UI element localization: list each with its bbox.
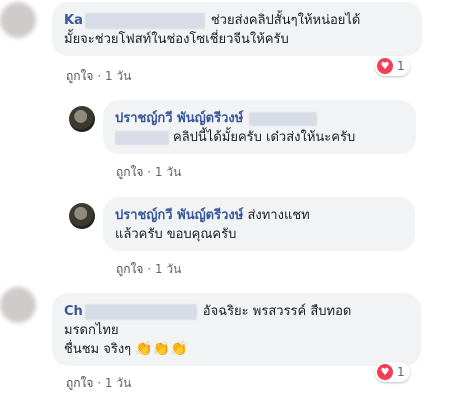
comment-text: ช่วยส่งคลิปสั้นๆให้หน่อยได้ xyxy=(210,13,361,28)
clapping-hands-icon: 👏👏👏 xyxy=(135,341,188,357)
reaction-badge[interactable]: ♥ 1 xyxy=(375,56,410,76)
reaction-count: 1 xyxy=(397,365,405,379)
comment-meta: ถูกใจ · 1 วัน xyxy=(116,163,181,182)
comment-bubble: ปราชญ์กวี พันญ์ตรีวงษ์ ส่งทางแชท แล้วครั… xyxy=(103,197,415,251)
comment-text: ส่งทางแชท xyxy=(247,208,310,223)
separator: · xyxy=(97,376,102,390)
like-link[interactable]: ถูกใจ xyxy=(66,376,93,390)
reaction-badge[interactable]: ♥ 1 xyxy=(375,362,410,382)
reaction-count: 1 xyxy=(397,59,405,73)
comment-meta: ถูกใจ · 1 วัน xyxy=(66,374,131,393)
timestamp[interactable]: 1 วัน xyxy=(105,376,131,390)
separator: · xyxy=(97,69,102,83)
like-link[interactable]: ถูกใจ xyxy=(116,165,143,179)
heart-icon: ♥ xyxy=(377,58,393,74)
avatar[interactable] xyxy=(69,203,95,229)
comment-bubble: ปราชญ์กวี พันญ์ตรีวงษ์ คลิปนี้ได้มั้ยครั… xyxy=(103,100,416,154)
comment-text: มรดกไทย xyxy=(64,323,119,338)
redacted-name xyxy=(249,111,318,126)
timestamp[interactable]: 1 วัน xyxy=(105,69,131,83)
timestamp[interactable]: 1 วัน xyxy=(155,262,181,276)
avatar[interactable] xyxy=(0,287,36,323)
comment-meta: ถูกใจ · 1 วัน xyxy=(116,260,181,279)
comment-text: มั้ยจะช่วยโฟสท์ในช่องโซเชี่ยวจีนให้ครับ xyxy=(64,32,289,47)
comment-text: แล้วครับ ขอบคุณครับ xyxy=(115,227,237,242)
redacted-name xyxy=(84,12,205,29)
comment-text: คลิปนี้ได้มั้ยครับ เด๋วส่งให้นะครับ xyxy=(173,130,356,145)
comment-meta: ถูกใจ · 1 วัน xyxy=(66,67,131,86)
like-link[interactable]: ถูกใจ xyxy=(116,262,143,276)
redacted-name xyxy=(84,303,197,320)
comment-bubble: Ch อัจฉริยะ พรสวรรค์ สืบทอด มรดกไทย ชื่นช… xyxy=(52,293,421,366)
separator: · xyxy=(147,165,152,179)
commenter-name[interactable]: Ch xyxy=(64,304,83,319)
avatar[interactable] xyxy=(0,2,36,38)
commenter-name[interactable]: ปราชญ์กวี พันญ์ตรีวงษ์ xyxy=(115,111,243,126)
avatar[interactable] xyxy=(69,106,95,132)
comment-bubble: Ka ช่วยส่งคลิปสั้นๆให้หน่อยได้ มั้ยจะช่วย… xyxy=(52,2,422,56)
like-link[interactable]: ถูกใจ xyxy=(66,69,93,83)
commenter-name[interactable]: Ka xyxy=(64,13,83,28)
comment-text: ชื่นชม จริงๆ xyxy=(64,342,132,357)
separator: · xyxy=(147,262,152,276)
redacted-name xyxy=(115,130,169,145)
commenter-name[interactable]: ปราชญ์กวี พันญ์ตรีวงษ์ xyxy=(115,208,243,223)
heart-icon: ♥ xyxy=(377,364,393,380)
timestamp[interactable]: 1 วัน xyxy=(155,165,181,179)
comment-text: อัจฉริยะ พรสวรรค์ สืบทอด xyxy=(202,304,352,319)
